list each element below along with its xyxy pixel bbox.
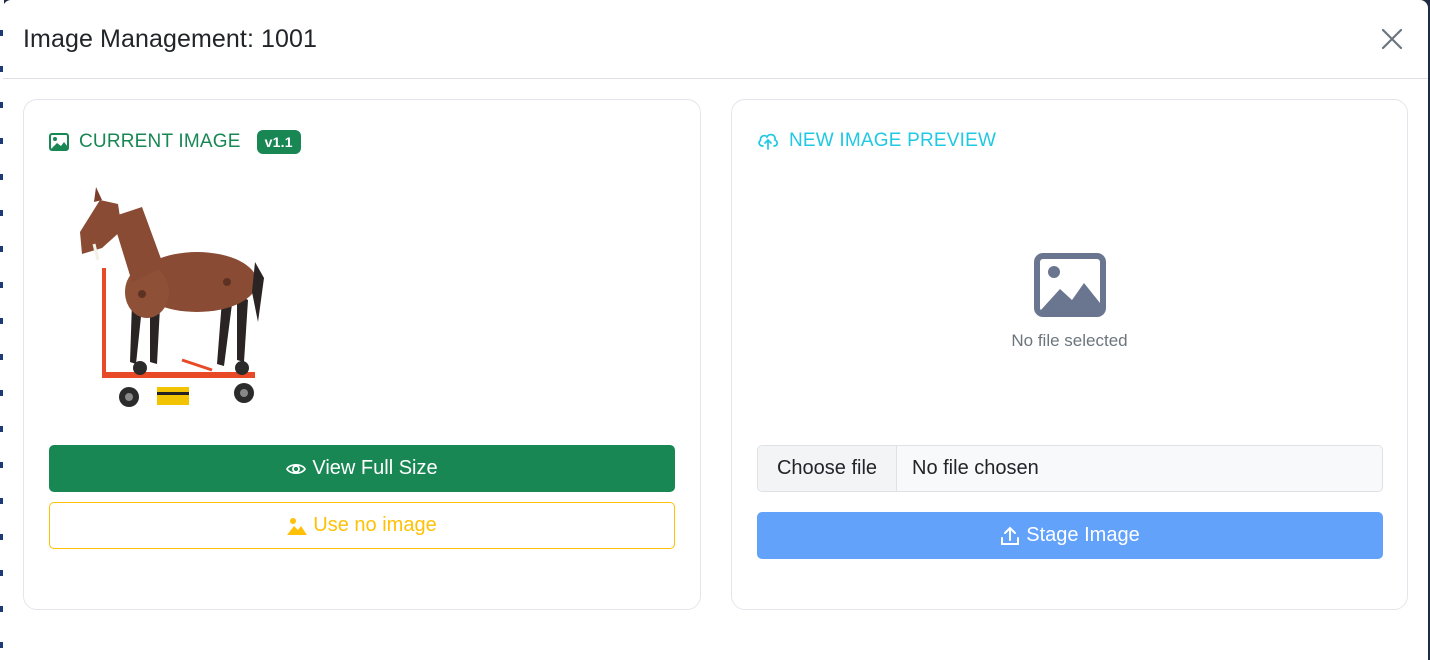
view-full-size-button[interactable]: View Full Size [49,445,675,492]
stage-image-label: Stage Image [1026,524,1140,546]
close-icon [1381,28,1403,50]
version-badge: v1.1 [256,130,301,154]
new-image-card: NEW IMAGE PREVIEW No file selected Choos… [731,99,1408,610]
no-file-selected-text: No file selected [1011,331,1128,350]
image-management-modal: Image Management: 1001 CURRENT IMAGE v1.… [3,0,1428,660]
eye-icon [286,463,307,474]
cloud-upload-icon [758,133,778,150]
choose-file-button[interactable]: Choose file [758,446,897,491]
image-placeholder-icon [1033,253,1106,317]
current-image-heading: CURRENT IMAGE v1.1 [49,130,301,154]
new-image-heading: NEW IMAGE PREVIEW [757,130,996,152]
image-landscape-icon [287,517,308,535]
file-status-text: No file chosen [912,457,1039,479]
modal-header: Image Management: 1001 [3,0,1428,79]
view-full-size-label: View Full Size [312,457,438,479]
image-icon [49,133,69,151]
use-no-image-button[interactable]: Use no image [49,502,675,549]
current-image-card: CURRENT IMAGE v1.1 View Full Size Use no… [23,99,701,610]
modal-body: CURRENT IMAGE v1.1 View Full Size Use no… [3,79,1428,659]
close-button[interactable] [1376,23,1408,55]
upload-icon [1001,526,1020,545]
modal-title: Image Management: 1001 [23,24,318,53]
use-no-image-label: Use no image [313,514,437,536]
new-image-heading-text: NEW IMAGE PREVIEW [789,130,997,151]
file-input[interactable]: Choose file No file chosen [757,445,1383,492]
current-image-heading-text: CURRENT IMAGE [79,131,241,152]
current-image-thumbnail[interactable] [72,182,272,414]
image-placeholder: No file selected [732,253,1407,351]
stage-image-button[interactable]: Stage Image [757,512,1383,559]
